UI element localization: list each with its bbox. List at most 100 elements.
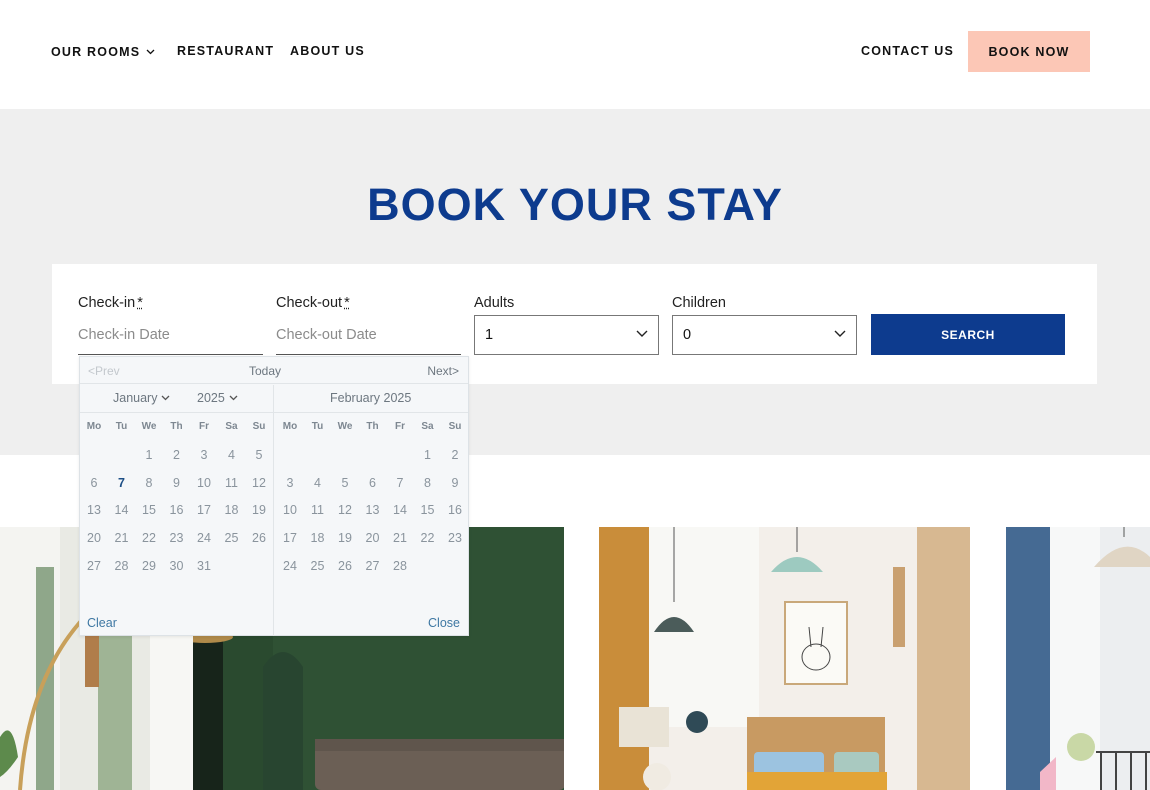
children-select[interactable]: 0 xyxy=(672,315,857,355)
weekday-header: Th xyxy=(366,421,379,432)
datepicker-popup: <Prev Today Next> January 2025 February … xyxy=(79,356,469,636)
calendar-day[interactable]: 29 xyxy=(137,559,161,573)
calendar-day[interactable]: 24 xyxy=(278,559,302,573)
weekday-header: We xyxy=(337,421,353,432)
book-now-button[interactable]: BOOK NOW xyxy=(968,31,1090,72)
chevron-down-icon xyxy=(162,395,170,401)
calendar-day[interactable]: 26 xyxy=(247,531,271,545)
checkin-date-input[interactable] xyxy=(78,315,263,355)
calendar-day[interactable]: 28 xyxy=(110,559,134,573)
calendar-day[interactable]: 15 xyxy=(416,503,440,517)
weekday-header: Fr xyxy=(395,421,405,432)
calendar-day[interactable]: 21 xyxy=(110,531,134,545)
calendar-day[interactable]: 10 xyxy=(278,503,302,517)
calendar-day[interactable]: 13 xyxy=(82,503,106,517)
calendar-day[interactable]: 31 xyxy=(192,559,216,573)
calendar-day[interactable]: 19 xyxy=(333,531,357,545)
weekday-header: Mo xyxy=(282,421,298,432)
nav-our-rooms-label: OUR ROOMS xyxy=(51,45,141,59)
room-photo-3 xyxy=(599,527,970,790)
calendar-day[interactable]: 20 xyxy=(361,531,385,545)
chevron-down-icon xyxy=(834,330,846,337)
calendar-day[interactable]: 5 xyxy=(333,476,357,490)
calendar-day[interactable]: 17 xyxy=(278,531,302,545)
calendar-day[interactable]: 12 xyxy=(247,476,271,490)
calendar-day[interactable]: 27 xyxy=(82,559,106,573)
calendar-day[interactable]: 8 xyxy=(416,476,440,490)
nav-about-us[interactable]: ABOUT US xyxy=(290,44,365,58)
datepicker-clear-button[interactable]: Clear xyxy=(87,616,117,630)
calendar-day[interactable]: 22 xyxy=(416,531,440,545)
calendar-day[interactable]: 23 xyxy=(443,531,467,545)
adults-label: Adults xyxy=(474,295,515,311)
calendar-day[interactable]: 7 xyxy=(388,476,412,490)
calendar-day[interactable]: 1 xyxy=(137,448,161,462)
calendar-day[interactable]: 30 xyxy=(165,559,189,573)
calendar-day[interactable]: 4 xyxy=(220,448,244,462)
calendar-day[interactable]: 3 xyxy=(278,476,302,490)
calendar-day[interactable]: 12 xyxy=(333,503,357,517)
year-select[interactable]: 2025 xyxy=(197,391,238,405)
nav-contact-us[interactable]: CONTACT US xyxy=(861,44,954,58)
calendar-day[interactable]: 19 xyxy=(247,503,271,517)
calendar-day[interactable]: 9 xyxy=(165,476,189,490)
calendar-day[interactable]: 4 xyxy=(306,476,330,490)
calendar-day[interactable]: 24 xyxy=(192,531,216,545)
checkin-label: Check-in * xyxy=(78,295,143,311)
calendar-day[interactable]: 14 xyxy=(110,503,134,517)
calendar-day[interactable]: 9 xyxy=(443,476,467,490)
search-button[interactable]: SEARCH xyxy=(871,314,1065,355)
calendar-day[interactable]: 3 xyxy=(192,448,216,462)
weekday-header: Th xyxy=(170,421,183,432)
children-value: 0 xyxy=(683,327,692,343)
calendar-day[interactable]: 20 xyxy=(82,531,106,545)
calendar-day[interactable]: 8 xyxy=(137,476,161,490)
weekday-header: Sa xyxy=(225,421,238,432)
datepicker-today-button[interactable]: Today xyxy=(249,364,281,378)
calendar-day[interactable]: 6 xyxy=(82,476,106,490)
calendar-day[interactable]: 28 xyxy=(388,559,412,573)
datepicker-header: <Prev Today Next> xyxy=(80,357,468,384)
weekday-header: Tu xyxy=(115,421,128,432)
calendar-day[interactable]: 26 xyxy=(333,559,357,573)
calendar-day[interactable]: 2 xyxy=(165,448,189,462)
calendar-day[interactable]: 5 xyxy=(247,448,271,462)
calendar-day[interactable]: 18 xyxy=(306,531,330,545)
calendar-day[interactable]: 27 xyxy=(361,559,385,573)
nav-restaurant[interactable]: RESTAURANT xyxy=(177,44,274,58)
calendar-day[interactable]: 22 xyxy=(137,531,161,545)
caption-divider xyxy=(80,412,468,413)
calendar-day[interactable]: 16 xyxy=(165,503,189,517)
calendar-day[interactable]: 15 xyxy=(137,503,161,517)
calendar-day[interactable]: 2 xyxy=(443,448,467,462)
chevron-down-icon xyxy=(636,330,648,337)
calendar-day[interactable]: 11 xyxy=(220,476,244,490)
required-mark: * xyxy=(344,295,350,311)
month-select[interactable]: January xyxy=(113,391,170,405)
calendar-day-today[interactable]: 7 xyxy=(110,476,134,490)
calendar-day[interactable]: 21 xyxy=(388,531,412,545)
adults-select[interactable]: 1 xyxy=(474,315,659,355)
checkout-label-text: Check-out xyxy=(276,295,343,311)
datepicker-prev-button[interactable]: <Prev xyxy=(88,364,120,378)
chevron-down-icon xyxy=(146,44,155,58)
calendar-day[interactable]: 25 xyxy=(220,531,244,545)
calendar-day[interactable]: 10 xyxy=(192,476,216,490)
calendar-day[interactable]: 14 xyxy=(388,503,412,517)
calendar-day[interactable]: 6 xyxy=(361,476,385,490)
nav-our-rooms[interactable]: OUR ROOMS xyxy=(51,44,155,59)
calendar-day[interactable]: 13 xyxy=(361,503,385,517)
datepicker-close-button[interactable]: Close xyxy=(428,616,460,630)
calendar-day[interactable]: 17 xyxy=(192,503,216,517)
checkout-date-input[interactable] xyxy=(276,315,461,355)
checkin-label-text: Check-in xyxy=(78,295,136,311)
calendar-day[interactable]: 1 xyxy=(416,448,440,462)
chevron-down-icon xyxy=(229,395,238,401)
calendar-day[interactable]: 11 xyxy=(306,503,330,517)
calendar-day[interactable]: 16 xyxy=(443,503,467,517)
calendar-day[interactable]: 18 xyxy=(220,503,244,517)
calendar-day[interactable]: 25 xyxy=(306,559,330,573)
page-title: BOOK YOUR STAY xyxy=(367,179,783,230)
datepicker-next-button[interactable]: Next> xyxy=(427,364,459,378)
calendar-day[interactable]: 23 xyxy=(165,531,189,545)
